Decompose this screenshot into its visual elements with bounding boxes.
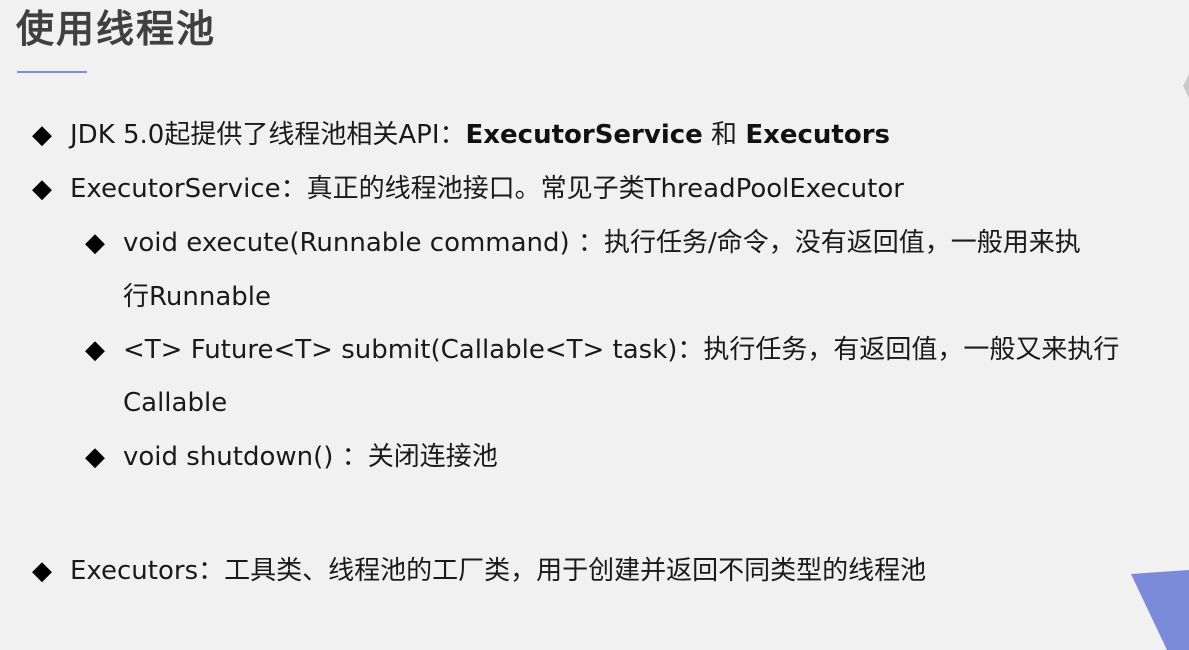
diamond-bullet-icon: ◆ (32, 556, 52, 586)
bullet-text-continuation: 行Runnable (123, 282, 271, 312)
bullet-text-plain: JDK 5.0起提供了线程池相关API： (70, 120, 466, 150)
bullet-text: ExecutorService：真正的线程池接口。常见子类ThreadPoolE… (70, 174, 904, 204)
title-underline (17, 71, 87, 73)
bullet-text: <T> Future<T> submit(Callable<T> task)：执… (123, 335, 1120, 365)
diamond-bullet-icon: ◆ (85, 335, 105, 365)
slide-title: 使用线程池 (16, 7, 217, 51)
bullet-text-plain: 和 (702, 120, 746, 150)
diamond-bullet-icon: ◆ (32, 174, 52, 204)
bullet-text: JDK 5.0起提供了线程池相关API：ExecutorService 和 Ex… (70, 118, 890, 152)
diamond-bullet-icon: ◆ (85, 442, 105, 472)
bullet-text: void execute(Runnable command) ：执行任务/命令，… (123, 228, 1081, 258)
bullet-text: void shutdown() ：关闭连接池 (123, 442, 498, 472)
diamond-bullet-icon: ◆ (85, 228, 105, 258)
bullet-text-continuation: Callable (123, 388, 228, 418)
bullet-text: Executors：工具类、线程池的工厂类，用于创建并返回不同类型的线程池 (70, 556, 927, 586)
bullet-text-bold: Executors (745, 120, 891, 150)
corner-triangle-decoration (1131, 570, 1189, 650)
bullet-text-bold: ExecutorService (465, 120, 703, 150)
edge-decoration (1183, 74, 1189, 98)
diamond-bullet-icon: ◆ (32, 120, 52, 150)
